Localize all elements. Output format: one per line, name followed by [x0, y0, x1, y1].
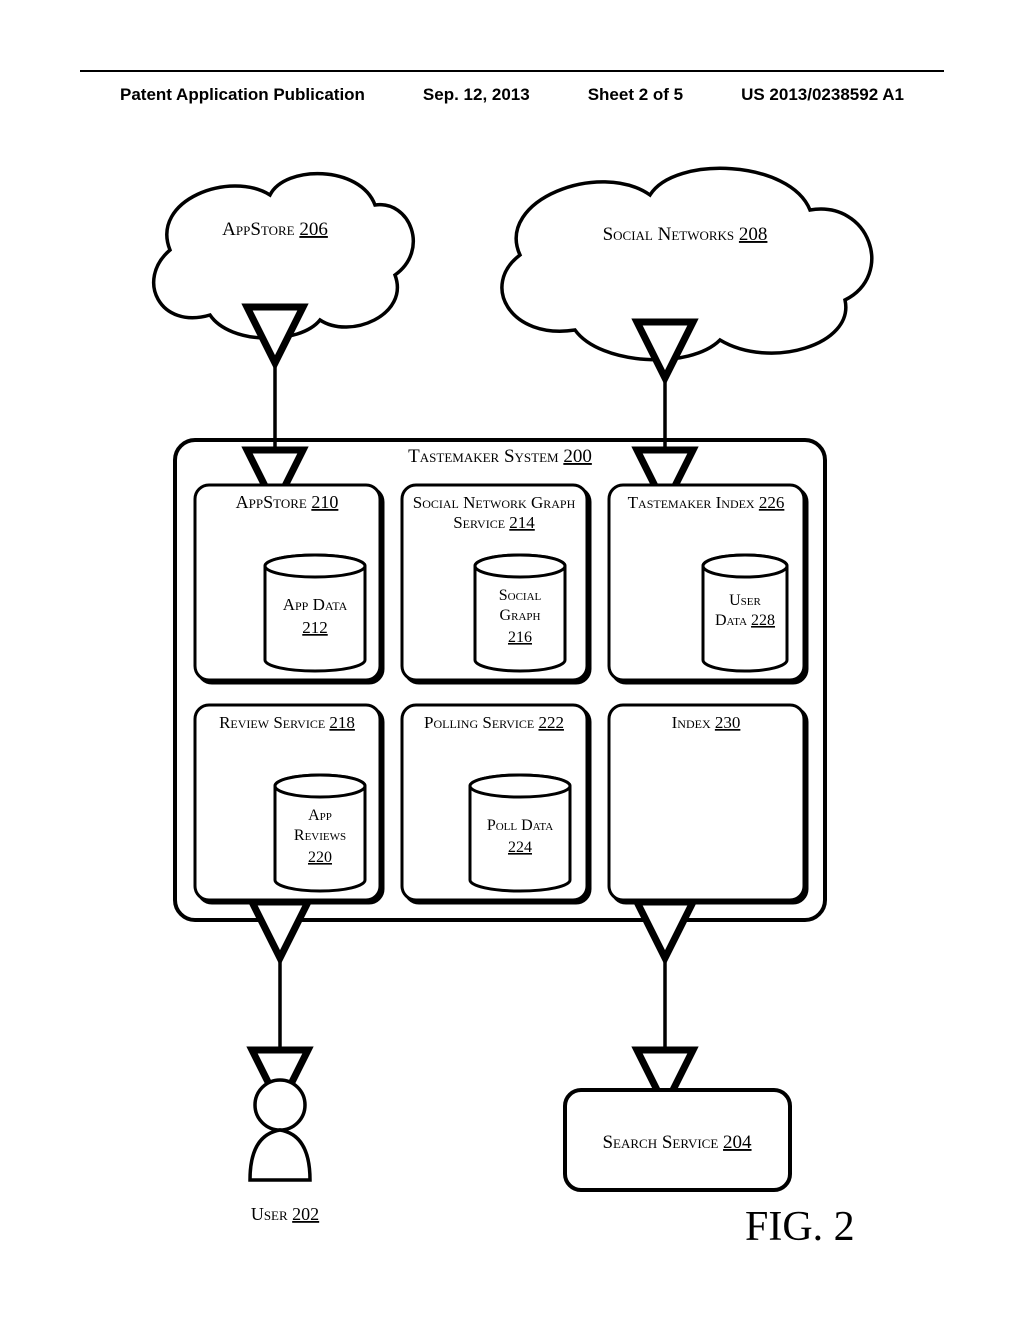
box-review-service: Review Service 218 App Reviews 220	[195, 705, 380, 900]
svg-text:Tastemaker Index: Tastemaker Index 226	[628, 493, 785, 512]
db-rev-l1: App	[308, 807, 332, 824]
svg-text:224: 224	[508, 839, 532, 856]
box-sng-num: 214	[509, 513, 535, 532]
search-num: 204	[723, 1132, 752, 1153]
svg-text:Social Networks: Social Networks 208	[603, 224, 768, 245]
cloud-social-label: Social Networks	[603, 224, 735, 245]
search-label: Search Service	[602, 1132, 718, 1153]
svg-text:AppStore 210: AppStore 210	[236, 492, 339, 512]
svg-text:Polling Service: Polling Service 222	[424, 713, 564, 732]
db-poll-label: Poll Data	[487, 817, 553, 834]
db-app-reviews: App Reviews 220	[275, 775, 365, 891]
svg-text:216: 216	[508, 629, 532, 646]
box-appstore-label: AppStore	[236, 492, 307, 512]
box-index: Index 230	[609, 705, 804, 900]
cloud-appstore-num: 206	[299, 219, 328, 240]
patent-header: Patent Application Publication Sep. 12, …	[0, 85, 1024, 105]
svg-text:Index 230: Index 230	[672, 713, 741, 732]
db-user-l1: User	[729, 592, 761, 609]
publication-date: Sep. 12, 2013	[423, 85, 530, 105]
box-appstore-svc: AppStore 210 App Data 212	[195, 485, 380, 680]
svg-text:220: 220	[308, 849, 332, 866]
box-index-num: 230	[715, 713, 741, 732]
db-user-data: User Data 228	[703, 555, 787, 671]
figure-canvas: AppStore 206 Social Networks 208 Tastema…	[0, 130, 1024, 1290]
svg-text:User 202: User 202	[251, 1204, 319, 1224]
svg-text:Review Service 2: Review Service 218	[219, 713, 355, 732]
header-rule	[80, 70, 944, 72]
cloud-social-networks: Social Networks 208	[502, 168, 872, 359]
db-poll-num: 224	[508, 839, 532, 856]
db-app-data-num: 212	[302, 618, 328, 637]
db-social-l2: Graph	[500, 607, 541, 624]
box-appstore-num: 210	[311, 492, 338, 512]
sheet-number: Sheet 2 of 5	[588, 85, 683, 105]
db-rev-num: 220	[308, 849, 332, 866]
db-social-l1: Social	[499, 587, 542, 604]
box-search-service: Search Service 204	[565, 1090, 790, 1190]
user-icon	[250, 1080, 310, 1180]
svg-text:Service 214: Service 214	[453, 513, 535, 532]
box-tm-num: 226	[759, 493, 785, 512]
db-poll-data: Poll Data 224	[470, 775, 570, 891]
db-social-graph: Social Graph 216	[475, 555, 565, 671]
box-review-label: Review Service	[219, 713, 325, 732]
publication-number: US 2013/0238592 A1	[741, 85, 904, 105]
db-app-data: App Data 212	[265, 555, 365, 671]
box-index-label: Index	[672, 713, 711, 732]
box-sng-service: Social Network Graph Service 214 Social …	[402, 485, 587, 680]
db-app-data-label: App Data	[283, 595, 348, 614]
cloud-appstore-label: AppStore	[222, 219, 295, 240]
svg-text:212: 212	[302, 618, 328, 637]
svg-text:Data 228: Data 228	[715, 612, 775, 629]
box-poll-num: 222	[538, 713, 564, 732]
user-label: User	[251, 1204, 288, 1224]
box-poll-label: Polling Service	[424, 713, 534, 732]
box-polling-service: Polling Service 222 Poll Data 224	[402, 705, 587, 900]
box-sng-label1: Social Network Graph	[413, 493, 576, 512]
db-user-l2: Data	[715, 612, 747, 629]
cloud-social-num: 208	[739, 224, 768, 245]
figure-label: FIG. 2	[745, 1204, 855, 1250]
system-num: 200	[563, 446, 592, 467]
box-review-num: 218	[329, 713, 355, 732]
cloud-appstore: AppStore 206	[154, 174, 414, 339]
svg-text:Tastemaker System: Tastemaker System 200	[408, 446, 592, 467]
db-user-num: 228	[751, 612, 775, 629]
db-social-num: 216	[508, 629, 532, 646]
user-num: 202	[292, 1204, 319, 1224]
db-rev-l2: Reviews	[294, 827, 346, 844]
publication-type: Patent Application Publication	[120, 85, 365, 105]
box-tastemaker-index: Tastemaker Index 226 User Data 228	[609, 485, 804, 680]
svg-text:Search Service 2: Search Service 204	[602, 1132, 752, 1153]
system-label: Tastemaker System	[408, 446, 559, 467]
box-tm-label: Tastemaker Index	[628, 493, 755, 512]
box-sng-label2: Service	[453, 513, 505, 532]
svg-text:AppStore 206: AppStore 206	[222, 219, 328, 240]
